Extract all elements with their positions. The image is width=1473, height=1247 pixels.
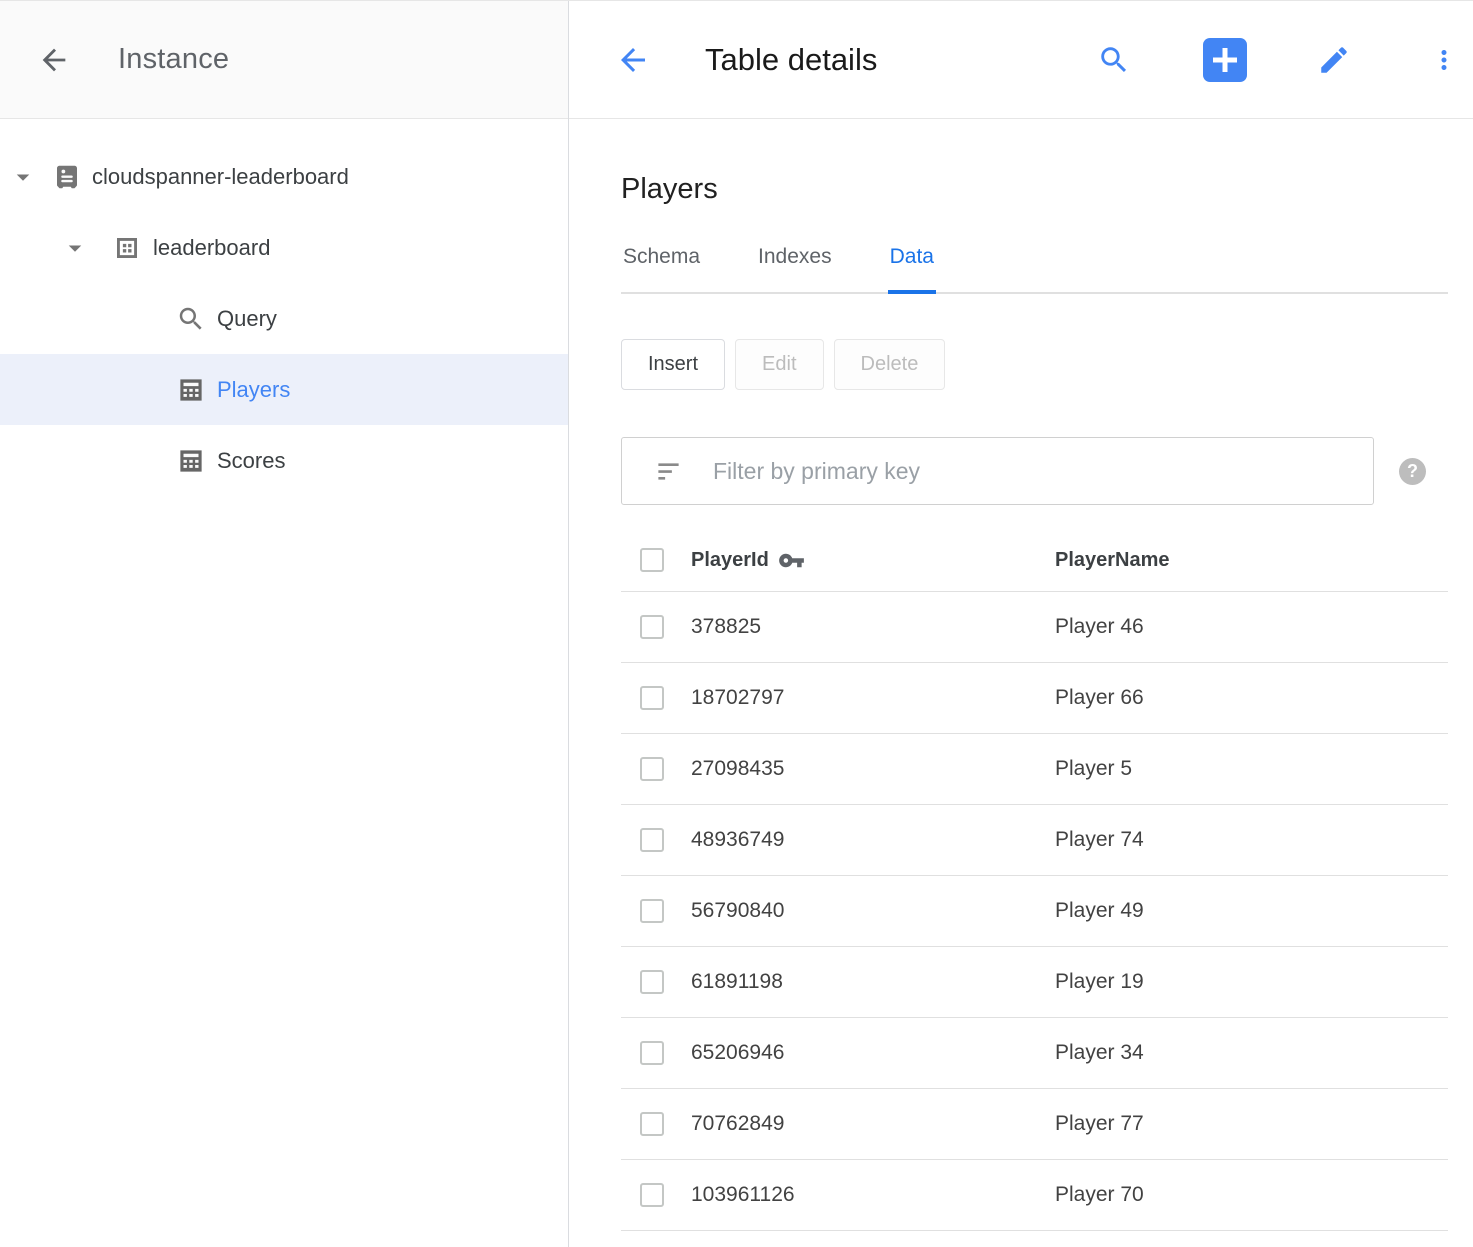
add-record-button[interactable] (1203, 38, 1247, 82)
cell-playerid: 61891198 (691, 970, 1055, 994)
filter-sort-icon (655, 458, 682, 485)
cell-playername: Player 74 (1055, 828, 1448, 852)
tab-bar: Schema Indexes Data (621, 245, 1448, 294)
toolbar: Insert Edit Delete (621, 339, 1448, 390)
back-icon[interactable] (36, 42, 72, 78)
cell-playername: Player 66 (1055, 686, 1448, 710)
cell-playerid: 65206946 (691, 1041, 1055, 1065)
tree-item-scores[interactable]: Scores (0, 425, 568, 496)
page-header-title: Table details (705, 42, 877, 78)
column-header-playername: PlayerName (1055, 549, 1448, 572)
cell-playerid: 70762849 (691, 1112, 1055, 1136)
filter-box (621, 437, 1374, 505)
tree-item-label: leaderboard (153, 235, 270, 261)
tree-item-label: Players (217, 377, 290, 403)
tree-item-label: Query (217, 306, 277, 332)
header-actions (1097, 38, 1459, 82)
cell-playername: Player 77 (1055, 1112, 1448, 1136)
row-checkbox[interactable] (640, 1112, 664, 1136)
cell-playerid: 18702797 (691, 686, 1055, 710)
cell-playername: Player 19 (1055, 970, 1448, 994)
page-title: Players (621, 171, 1448, 207)
cell-playerid: 378825 (691, 615, 1055, 639)
cell-playername: Player 46 (1055, 615, 1448, 639)
help-icon[interactable]: ? (1399, 458, 1426, 485)
table-row: 48936749 Player 74 (621, 805, 1448, 876)
primary-key-icon (778, 547, 805, 574)
row-checkbox[interactable] (640, 970, 664, 994)
row-checkbox[interactable] (640, 615, 664, 639)
players-data-table: PlayerId PlayerName 378825 Player 46 (621, 529, 1448, 1231)
row-checkbox[interactable] (640, 1041, 664, 1065)
chevron-down-icon[interactable] (60, 233, 90, 263)
tab-schema[interactable]: Schema (621, 245, 702, 292)
app-window: Instance cloudspanner-leaderboard (0, 0, 1473, 1247)
table-row: 103961126 Player 70 (621, 1160, 1448, 1231)
tab-data[interactable]: Data (888, 245, 936, 294)
cell-playername: Player 34 (1055, 1041, 1448, 1065)
back-icon[interactable] (614, 41, 652, 79)
cell-playerid: 27098435 (691, 757, 1055, 781)
table-header-row: PlayerId PlayerName (621, 529, 1448, 592)
table-details-content: Players Schema Indexes Data Insert Edit … (621, 119, 1448, 1231)
instance-tree: cloudspanner-leaderboard leaderboard (0, 119, 568, 496)
sidebar: Instance cloudspanner-leaderboard (0, 1, 569, 1247)
delete-button: Delete (834, 339, 946, 390)
cell-playerid: 48936749 (691, 828, 1055, 852)
cell-playername: Player 49 (1055, 899, 1448, 923)
sidebar-header: Instance (0, 1, 568, 119)
chevron-down-icon[interactable] (8, 162, 38, 192)
database-icon (112, 233, 142, 263)
table-row: 70762849 Player 77 (621, 1089, 1448, 1160)
row-checkbox[interactable] (640, 757, 664, 781)
row-checkbox[interactable] (640, 828, 664, 852)
tree-item-database[interactable]: leaderboard (0, 212, 568, 283)
table-row: 27098435 Player 5 (621, 734, 1448, 805)
table-row: 18702797 Player 66 (621, 663, 1448, 734)
filter-input[interactable] (713, 458, 1357, 485)
table-row: 56790840 Player 49 (621, 876, 1448, 947)
cell-playerid: 56790840 (691, 899, 1055, 923)
table-icon (176, 446, 206, 476)
select-all-checkbox[interactable] (640, 548, 664, 572)
filter-row: ? (621, 437, 1448, 505)
cell-playername: Player 70 (1055, 1183, 1448, 1207)
instance-icon (52, 162, 82, 192)
tree-item-query[interactable]: Query (0, 283, 568, 354)
row-checkbox[interactable] (640, 899, 664, 923)
sidebar-title: Instance (118, 43, 229, 76)
row-checkbox[interactable] (640, 1183, 664, 1207)
main-panel: Table details Players Schema Indexes Dat… (569, 1, 1473, 1247)
more-vert-icon[interactable] (1429, 43, 1459, 77)
tree-item-instance[interactable]: cloudspanner-leaderboard (0, 141, 568, 212)
edit-button: Edit (735, 339, 823, 390)
edit-pencil-icon[interactable] (1317, 43, 1351, 77)
insert-button[interactable]: Insert (621, 339, 725, 390)
table-row: 378825 Player 46 (621, 592, 1448, 663)
column-header-playerid: PlayerId (691, 549, 769, 572)
tab-indexes[interactable]: Indexes (756, 245, 834, 292)
table-row: 65206946 Player 34 (621, 1018, 1448, 1089)
main-header: Table details (569, 1, 1473, 119)
cell-playerid: 103961126 (691, 1183, 1055, 1207)
tree-item-players[interactable]: Players (0, 354, 568, 425)
table-row: 61891198 Player 19 (621, 947, 1448, 1018)
search-icon[interactable] (1097, 43, 1131, 77)
tree-item-label: Scores (217, 448, 285, 474)
table-body: 378825 Player 46 18702797 Player 66 2709… (621, 592, 1448, 1231)
search-icon (176, 304, 206, 334)
row-checkbox[interactable] (640, 686, 664, 710)
cell-playername: Player 5 (1055, 757, 1448, 781)
tree-item-label: cloudspanner-leaderboard (92, 164, 349, 190)
table-icon (176, 375, 206, 405)
